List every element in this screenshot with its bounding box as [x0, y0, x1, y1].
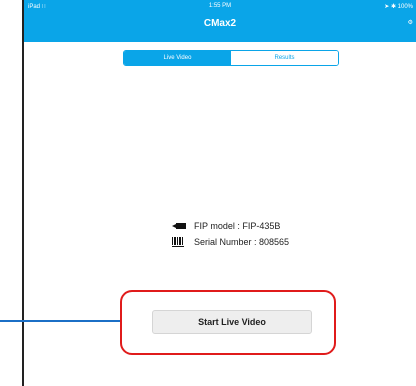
battery-text: 100% — [397, 4, 413, 10]
probe-icon — [172, 221, 186, 231]
model-row: FIP model : FIP-435B — [172, 218, 352, 234]
serial-row: Serial Number : 808565 — [172, 234, 352, 250]
device-info: FIP model : FIP-435B Serial Number : 808… — [172, 218, 352, 250]
bluetooth-icon: ✱ — [390, 4, 396, 10]
app-screen: iPad ∷ 1:55 PM ➤ ✱ 100% CMax2 ⚙ Live Vid… — [24, 0, 416, 386]
settings-icon[interactable]: ⚙ — [408, 19, 413, 26]
app-title: CMax2 — [203, 18, 237, 29]
serial-text: Serial Number : 808565 — [194, 237, 290, 247]
view-segmented-control: Live Video Results — [123, 50, 339, 66]
model-text: FIP model : FIP-435B — [194, 221, 281, 231]
outer-margin — [0, 0, 22, 386]
barcode-icon — [172, 237, 186, 247]
top-bar: iPad ∷ 1:55 PM ➤ ✱ 100% CMax2 ⚙ — [24, 0, 416, 42]
location-icon: ➤ — [384, 4, 390, 10]
status-time: 1:55 PM — [208, 3, 232, 9]
status-battery: ➤ ✱ 100% — [384, 3, 413, 10]
callout-pointer-line — [0, 320, 120, 322]
tab-results[interactable]: Results — [231, 51, 338, 65]
start-live-video-button[interactable]: Start Live Video — [152, 310, 312, 334]
tab-live-video[interactable]: Live Video — [124, 51, 231, 65]
